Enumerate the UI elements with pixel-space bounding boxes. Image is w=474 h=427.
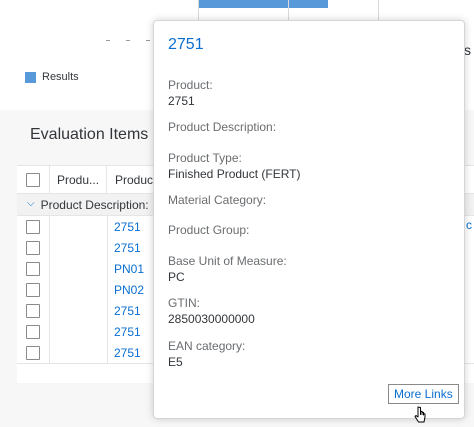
product-link[interactable]: PN02	[107, 279, 157, 300]
product-link[interactable]: 2751	[107, 321, 157, 342]
product-link[interactable]: 2751	[107, 216, 157, 237]
field-value-gtin: 2850030000000	[168, 312, 255, 326]
product-quickview-popover: 2751 Product: 2751 Product Description: …	[153, 20, 465, 419]
popover-title[interactable]: 2751	[168, 36, 204, 54]
field-value-product: 2751	[168, 94, 195, 108]
field-value-product-type: Finished Product (FERT)	[168, 167, 301, 181]
legend-label: Results	[42, 71, 79, 83]
select-all-checkbox[interactable]	[26, 172, 40, 187]
row-checkbox[interactable]	[26, 345, 40, 360]
chevron-down-icon[interactable]: ⌵	[27, 198, 35, 209]
field-label-product-group: Product Group:	[168, 223, 250, 237]
field-label-gtin: GTIN:	[168, 296, 200, 310]
section-title: Evaluation Items (1	[30, 126, 167, 143]
row-checkbox[interactable]	[26, 219, 40, 234]
edge-partial-text: s	[464, 42, 471, 58]
page: Results s Evaluation Items (1 Produ... P…	[0, 0, 474, 427]
product-link[interactable]: 2751	[107, 342, 157, 363]
more-links-button[interactable]: More Links	[388, 384, 459, 404]
row-checkbox[interactable]	[26, 240, 40, 255]
chart-bar	[198, 0, 328, 8]
axis-tick	[126, 40, 130, 41]
field-label-product-description: Product Description:	[168, 120, 277, 134]
group-label: Product Description:	[40, 197, 149, 212]
row-checkbox[interactable]	[26, 282, 40, 297]
field-label-ean-category: EAN category:	[168, 339, 246, 353]
legend-swatch	[25, 71, 36, 83]
axis-tick	[146, 40, 150, 41]
product-link[interactable]: 2751	[107, 237, 157, 258]
field-value-base-unit: PC	[168, 270, 185, 284]
field-label-material-category: Material Category:	[168, 193, 267, 207]
product-link[interactable]: 2751	[107, 300, 157, 321]
field-label-product-type: Product Type:	[168, 151, 242, 165]
row-checkbox[interactable]	[26, 303, 40, 318]
axis-tick	[106, 40, 110, 41]
field-label-base-unit: Base Unit of Measure:	[168, 254, 287, 268]
field-label-product: Product:	[168, 78, 213, 92]
product-link[interactable]: PN01	[107, 258, 157, 279]
row-checkbox[interactable]	[26, 324, 40, 339]
chart-legend[interactable]: Results	[25, 71, 79, 83]
row-checkbox[interactable]	[26, 261, 40, 276]
column-header-product-short[interactable]: Produ...	[49, 166, 107, 193]
mouse-pointer-icon	[414, 406, 426, 423]
select-all-cell	[17, 166, 50, 193]
field-value-ean-category: E5	[168, 355, 183, 369]
edge-partial-link[interactable]: c	[466, 218, 472, 232]
